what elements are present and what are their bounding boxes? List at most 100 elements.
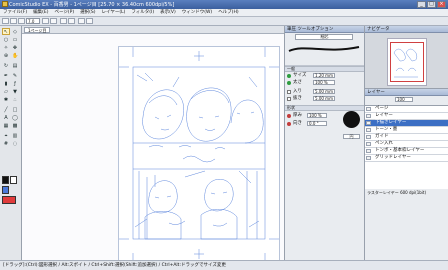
layer-row[interactable]: ペン入れ bbox=[365, 141, 448, 148]
layer-row[interactable]: レイヤー bbox=[365, 113, 448, 120]
layer-visibility-icon[interactable] bbox=[366, 107, 371, 111]
manga-page[interactable] bbox=[118, 46, 280, 264]
layer-visibility-icon[interactable] bbox=[366, 142, 371, 146]
main-toolbar: 7.0 bbox=[0, 17, 448, 26]
out-checkbox[interactable] bbox=[287, 97, 291, 101]
zoom-out-icon[interactable] bbox=[50, 18, 57, 24]
undo-icon[interactable] bbox=[78, 18, 85, 24]
menu-view[interactable]: 表示(V) bbox=[157, 9, 179, 16]
menu-edit[interactable]: 編集(E) bbox=[30, 9, 51, 16]
gradient-icon[interactable]: ▥ bbox=[11, 132, 19, 139]
canvas-area[interactable] bbox=[22, 34, 284, 264]
main-color-swatch[interactable] bbox=[2, 176, 9, 184]
text-tool-icon[interactable]: A bbox=[2, 114, 10, 121]
thickness-icon[interactable] bbox=[287, 114, 291, 118]
layer-row[interactable]: ガイド bbox=[365, 134, 448, 141]
maximize-button[interactable]: □ bbox=[427, 1, 436, 8]
blur-icon[interactable]: ◌ bbox=[11, 140, 19, 147]
sub-color-swatch[interactable] bbox=[10, 176, 17, 184]
layer-visibility-icon[interactable] bbox=[366, 114, 371, 118]
menu-select[interactable]: 選択(S) bbox=[77, 9, 98, 16]
transparent-color-swatch[interactable] bbox=[2, 196, 16, 204]
grid-icon[interactable]: # bbox=[2, 140, 10, 147]
layer-visibility-icon[interactable] bbox=[366, 156, 371, 160]
thickness-row: 厚み 100 % bbox=[285, 112, 339, 119]
rotate-tool-icon[interactable]: ↻ bbox=[2, 62, 10, 69]
circle-shape-button[interactable]: 円 bbox=[343, 134, 360, 139]
layer-visibility-icon[interactable] bbox=[366, 128, 371, 132]
brush-icon[interactable]: ƒ bbox=[11, 80, 19, 87]
menu-page[interactable]: ページ(P) bbox=[51, 9, 77, 16]
shape-tool-icon[interactable]: □ bbox=[11, 106, 19, 113]
brush-preset-field[interactable]: 細芯 bbox=[295, 34, 353, 40]
layer-row[interactable]: トンボ・基本枠レイヤー bbox=[365, 148, 448, 155]
pen-icon[interactable]: ✒ bbox=[2, 72, 10, 79]
menu-filter[interactable]: フィルタ(I) bbox=[128, 9, 157, 16]
minimize-button[interactable]: _ bbox=[417, 1, 426, 8]
tool-tray: ↖ ◇ ○ ▭ ✧ ✥ ⊕ ✋ ↻ ▤ ✒ ✎ ▮ ƒ ▱ ▼ ✱ ∴ ╱ □ … bbox=[0, 26, 22, 260]
select-tool-icon[interactable]: ↖ bbox=[2, 28, 10, 35]
hand-tool-icon[interactable]: ✋ bbox=[11, 52, 19, 59]
right-panel: ナビゲータ レイヤー 100 ページ レイヤー 下描きレイヤー トーン・墨 ガイ… bbox=[364, 26, 448, 260]
layer-info: ラスターレイヤー 600 dpi(1bit) bbox=[367, 190, 427, 195]
pencil-icon[interactable]: ✎ bbox=[11, 72, 19, 79]
pressure-icon[interactable] bbox=[287, 81, 291, 85]
layer-visibility-icon[interactable] bbox=[366, 121, 371, 125]
frame-tool-icon[interactable]: ▦ bbox=[2, 122, 10, 129]
marker-icon[interactable]: ▮ bbox=[2, 80, 10, 87]
pattern-brush-icon[interactable]: ✱ bbox=[2, 96, 10, 103]
brush-shape-preview[interactable] bbox=[343, 111, 360, 128]
layer-panel-header: レイヤー bbox=[365, 89, 448, 96]
layer-visibility-icon[interactable] bbox=[366, 149, 371, 153]
balloon-icon[interactable]: ◯ bbox=[11, 114, 19, 121]
eraser-icon[interactable]: ▱ bbox=[2, 88, 10, 95]
zoom-field[interactable]: 7.0 bbox=[26, 18, 40, 24]
zoom-tool-icon[interactable]: ⊕ bbox=[2, 52, 10, 59]
size-field[interactable]: 1.20 mm bbox=[313, 73, 335, 78]
navigator-preview[interactable] bbox=[365, 33, 448, 89]
rotate-icon[interactable] bbox=[60, 18, 67, 24]
line-tool-icon[interactable]: ╱ bbox=[2, 106, 10, 113]
layer-row[interactable]: トーン・墨 bbox=[365, 127, 448, 134]
pressure-field[interactable]: 100 % bbox=[313, 80, 335, 85]
save-icon[interactable] bbox=[18, 18, 25, 24]
layer-opacity-field[interactable]: 100 bbox=[395, 97, 413, 102]
layer-row[interactable]: グリッドレイヤー bbox=[365, 155, 448, 162]
layer-row[interactable]: ページ bbox=[365, 106, 448, 113]
close-button[interactable]: × bbox=[437, 1, 446, 8]
zoom-in-icon[interactable] bbox=[42, 18, 49, 24]
flip-icon[interactable] bbox=[68, 18, 75, 24]
angle-label: 向き bbox=[293, 121, 302, 126]
size-pressure-icon[interactable] bbox=[287, 74, 291, 78]
thickness-field[interactable]: 100 % bbox=[307, 113, 327, 118]
menu-help[interactable]: ヘルプ(H) bbox=[215, 9, 241, 16]
angle-field[interactable]: 0.0 ° bbox=[307, 121, 327, 126]
in-row: 入り 5.00 mm bbox=[285, 88, 364, 95]
lasso-icon[interactable]: ○ bbox=[2, 36, 10, 43]
sketch-color-swatch[interactable] bbox=[2, 186, 9, 194]
new-page-icon[interactable] bbox=[2, 18, 9, 24]
angle-icon[interactable] bbox=[287, 122, 291, 126]
in-checkbox[interactable] bbox=[287, 90, 291, 94]
layer-row[interactable]: 下描きレイヤー bbox=[365, 120, 448, 127]
document-window: 1ページ目 bbox=[22, 26, 284, 264]
ruler-icon[interactable]: ▤ bbox=[11, 62, 19, 69]
move-icon[interactable]: ✥ bbox=[11, 44, 19, 51]
spray-icon[interactable]: ∴ bbox=[11, 96, 19, 103]
menu-file[interactable]: ファイル(F) bbox=[0, 9, 30, 16]
object-select-icon[interactable]: ◇ bbox=[11, 28, 19, 35]
eyedropper-icon[interactable]: ⌖ bbox=[2, 132, 10, 139]
redo-icon[interactable] bbox=[86, 18, 93, 24]
marquee-icon[interactable]: ▭ bbox=[11, 36, 19, 43]
magic-wand-icon[interactable]: ✧ bbox=[2, 44, 10, 51]
menu-window[interactable]: ウィンドウ(W) bbox=[179, 9, 215, 16]
fill-icon[interactable]: ▼ bbox=[11, 88, 19, 95]
tone-tool-icon[interactable]: ▩ bbox=[11, 122, 19, 129]
document-tab[interactable]: 1ページ目 bbox=[24, 27, 51, 33]
layer-visibility-icon[interactable] bbox=[366, 135, 371, 139]
in-field[interactable]: 5.00 mm bbox=[313, 89, 335, 94]
app-icon bbox=[2, 1, 8, 7]
open-icon[interactable] bbox=[10, 18, 17, 24]
out-field[interactable]: 5.00 mm bbox=[313, 96, 335, 101]
menu-layer[interactable]: レイヤー(L) bbox=[98, 9, 128, 16]
